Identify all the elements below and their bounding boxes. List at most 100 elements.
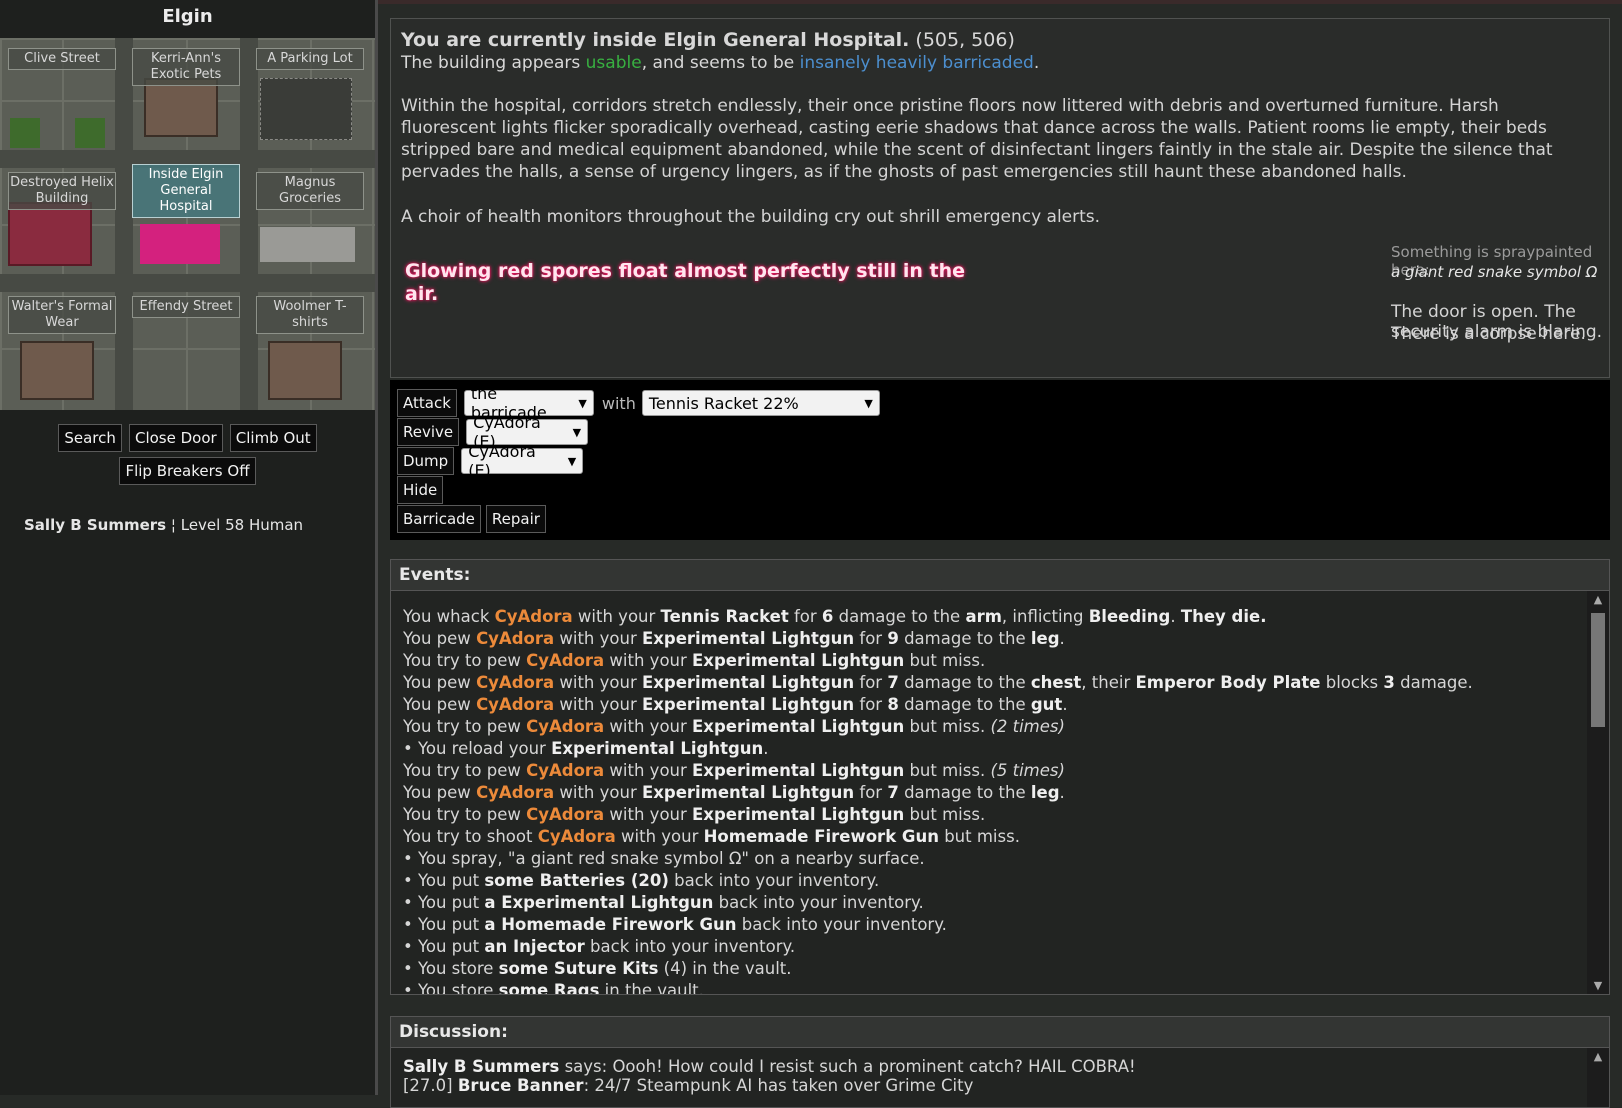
player-name-link[interactable]: CyAdora [476, 783, 554, 802]
event-line: You pew CyAdora with your Experimental L… [403, 694, 1587, 716]
player-name-link[interactable]: CyAdora [526, 717, 604, 736]
event-emphasis: some Batteries (20) [484, 871, 669, 890]
player-name-link[interactable]: CyAdora [476, 629, 554, 648]
event-emphasis: some Rags [498, 981, 600, 994]
player-name-link[interactable]: CyAdora [526, 651, 604, 670]
dump-target-value: CyAdora (E) [468, 442, 536, 480]
event-emphasis: They die. [1180, 607, 1267, 626]
repair-button[interactable]: Repair [485, 505, 546, 533]
event-line: • You reload your Experimental Lightgun. [403, 738, 1587, 760]
event-text: You pew [403, 695, 477, 714]
event-text: damage to the [833, 607, 966, 626]
close-door-button[interactable]: Close Door [128, 424, 223, 452]
event-text: damage to the [898, 783, 1031, 802]
dump-target-select[interactable]: CyAdora (E) ▼ [461, 442, 584, 480]
character-name[interactable]: Sally B Summers [24, 516, 166, 534]
event-text: back into your inventory. [736, 915, 947, 934]
event-text: You try to pew [403, 805, 527, 824]
event-line: You pew CyAdora with your Experimental L… [403, 782, 1587, 804]
scroll-up-icon[interactable]: ▲ [1587, 1050, 1609, 1063]
player-name-link[interactable]: CyAdora [476, 673, 554, 692]
discussion-line: Sally B Summers says: Oooh! How could I … [403, 1057, 1585, 1076]
event-emphasis: Experimental Lightgun [551, 739, 764, 758]
event-text: . [1059, 783, 1065, 802]
scroll-up-icon[interactable]: ▲ [1587, 593, 1609, 606]
grass-patch [10, 118, 40, 148]
events-scrollbar[interactable]: ▲ ▼ [1587, 591, 1609, 994]
location-choir: A choir of health monitors throughout th… [401, 207, 1101, 227]
event-text: • You spray, "a giant red snake symbol Ω… [403, 849, 925, 868]
weapon-value: Tennis Racket 22% [648, 393, 799, 413]
event-text: damage to the [898, 695, 1031, 714]
event-text: [27.0] [403, 1076, 458, 1095]
event-emphasis: Homemade Firework Gun [703, 827, 939, 846]
event-emphasis: Experimental Lightgun [641, 695, 855, 714]
attack-button[interactable]: Attack [397, 389, 457, 417]
flip-breakers-button[interactable]: Flip Breakers Off [119, 457, 256, 485]
event-line: You try to pew CyAdora with your Experim… [403, 650, 1587, 672]
building-roof [144, 78, 218, 137]
status-prefix: The building appears [401, 53, 581, 73]
event-text: for [854, 783, 888, 802]
barricade-button[interactable]: Barricade [397, 505, 481, 533]
chevron-down-icon: ▼ [572, 425, 582, 439]
event-emphasis: Experimental Lightgun [692, 805, 905, 824]
event-text: with your [604, 717, 693, 736]
event-text: damage to the [898, 629, 1031, 648]
event-text: says: Oooh! How could I resist such a pr… [559, 1057, 1136, 1076]
event-line: • You put a Homemade Firework Gun back i… [403, 914, 1587, 936]
player-name-link[interactable]: CyAdora [538, 827, 616, 846]
weapon-select[interactable]: Tennis Racket 22% ▼ [641, 390, 880, 416]
event-line: • You put some Batteries (20) back into … [403, 870, 1587, 892]
event-emphasis: leg [1030, 629, 1060, 648]
location-paragraph: Within the hospital, corridors stretch e… [401, 96, 1553, 182]
event-emphasis: Experimental Lightgun [641, 673, 855, 692]
player-name-link[interactable]: CyAdora [495, 607, 573, 626]
map-tile-7[interactable]: Effendy Street [132, 296, 240, 318]
ruin-rubble [8, 202, 92, 266]
event-emphasis: Experimental Lightgun [692, 717, 905, 736]
event-emphasis: chest [1030, 673, 1082, 692]
spray-text: a giant red snake symbol Ω [1391, 263, 1598, 281]
revive-button[interactable]: Revive [397, 418, 460, 446]
character-level: Level 58 Human [180, 516, 304, 534]
spores-notice: Glowing red spores float almost perfectl… [405, 260, 965, 305]
scroll-thumb[interactable] [1591, 613, 1605, 727]
dump-row: Dump CyAdora (E) ▼ [396, 442, 584, 480]
event-text: You try to pew [403, 717, 527, 736]
map-cell-effendy: Effendy Street [124, 286, 248, 410]
event-text: but miss. [904, 805, 986, 824]
event-emphasis: Experimental Lightgun [641, 783, 855, 802]
event-text: • You put [403, 871, 485, 890]
climb-out-button[interactable]: Climb Out [229, 424, 317, 452]
attack-row: Attack the barricade ▼ with Tennis Racket… [396, 384, 880, 422]
discussion-scrollbar[interactable]: ▲ [1587, 1048, 1609, 1107]
event-emphasis: some Suture Kits [498, 959, 659, 978]
map-tile-5[interactable]: Magnus Groceries [256, 172, 364, 210]
event-text: • You reload your [403, 739, 552, 758]
player-name-link[interactable]: CyAdora [526, 761, 604, 780]
chevron-down-icon: ▼ [578, 396, 587, 410]
map-tile-6[interactable]: Walter's Formal Wear [8, 296, 116, 334]
map-tile-2[interactable]: A Parking Lot [256, 48, 364, 70]
hide-button[interactable]: Hide [397, 476, 444, 504]
map-tile-4[interactable]: Inside Elgin General Hospital [132, 164, 240, 218]
event-emphasis: gut [1030, 695, 1063, 714]
player-name-link[interactable]: CyAdora [476, 695, 554, 714]
map-tile-1[interactable]: Kerri-Ann's Exotic Pets [132, 48, 240, 86]
player-name-link[interactable]: CyAdora [526, 805, 604, 824]
event-emphasis: an Injector [484, 937, 585, 956]
hospital-building [140, 224, 220, 264]
event-text: You try to pew [403, 761, 527, 780]
map-cell-hospital: Inside Elgin General Hospital [124, 162, 248, 286]
map-grid: Clive Street Kerri-Ann's Exotic Pets A P… [0, 38, 375, 410]
character-separator: ¦ [170, 516, 176, 534]
dump-button[interactable]: Dump [397, 447, 455, 475]
events-list: You whack CyAdora with your Tennis Racke… [391, 591, 1587, 994]
building-roof [20, 341, 94, 400]
map-tile-3[interactable]: Destroyed Helix Building [8, 172, 116, 210]
map-tile-0[interactable]: Clive Street [8, 48, 116, 70]
scroll-down-icon[interactable]: ▼ [1587, 979, 1609, 992]
map-tile-8[interactable]: Woolmer T-shirts [256, 296, 364, 334]
search-button[interactable]: Search [58, 424, 122, 452]
